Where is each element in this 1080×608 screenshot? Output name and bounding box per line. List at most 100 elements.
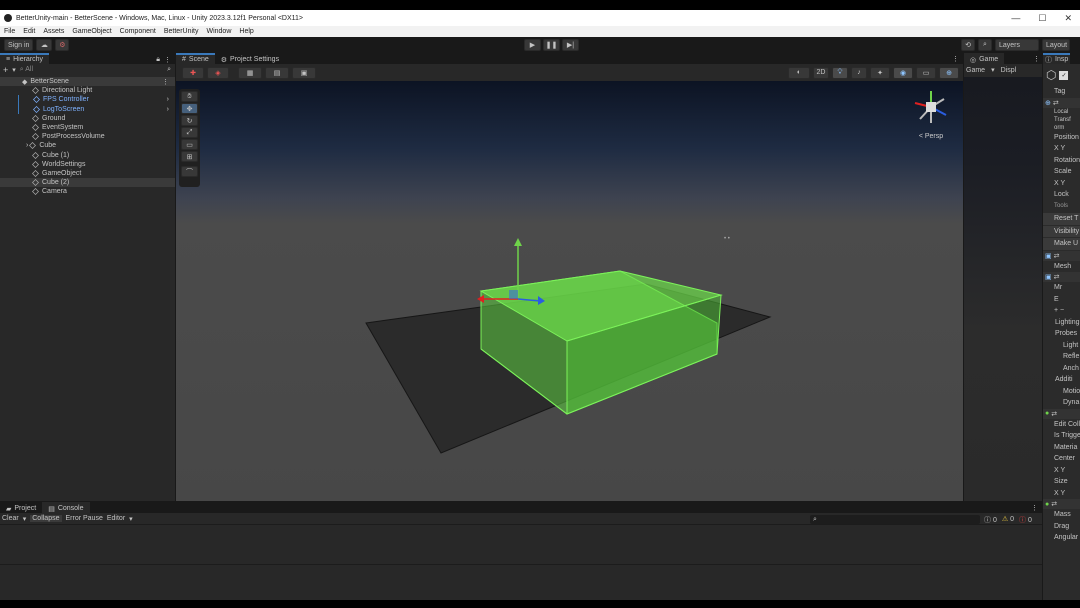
edit-collider-label[interactable]: Edit Coll — [1043, 419, 1080, 431]
lighting-toggle[interactable]: 💡︎ — [832, 66, 848, 79]
console-log-area[interactable] — [0, 525, 1042, 565]
menu-betterunity[interactable]: BetterUnity — [164, 28, 199, 35]
menu-component[interactable]: Component — [120, 28, 156, 35]
list-item[interactable]: WorldSettings — [0, 160, 175, 169]
menu-file[interactable]: File — [4, 28, 15, 35]
transform-tool-button[interactable]: ⊞ — [181, 151, 198, 162]
camera-settings-button[interactable]: ▭ — [916, 66, 936, 79]
position-fields[interactable]: X Y — [1043, 143, 1080, 155]
tab-game[interactable]: ◎ Game — [964, 53, 1005, 64]
warning-count[interactable]: ⚠ 0 — [1002, 515, 1014, 525]
gizmo-mode-button[interactable]: ✚ — [182, 66, 204, 79]
list-item-selected[interactable]: Cube (2) — [0, 178, 175, 188]
scene-viewport[interactable]: • • ✋︎ ✥ ↻ ⤢ ▭ ⊞ ⌒ < Persp — [176, 81, 963, 501]
chevron-down-icon[interactable]: ▾ — [23, 515, 27, 523]
scale-fields[interactable]: X Y — [1043, 178, 1080, 190]
tab-hierarchy[interactable]: ≡ Hierarchy — [0, 53, 50, 64]
maximize-button[interactable]: ☐ — [1038, 13, 1046, 24]
info-count[interactable]: ⓘ 0 — [984, 515, 997, 525]
view-options-button[interactable]: ▣ — [292, 66, 316, 79]
center-fields[interactable]: X Y — [1043, 465, 1080, 477]
hierarchy-search[interactable]: ⌕ All — [20, 66, 33, 74]
gizmos-toggle[interactable]: ⊕ — [939, 66, 959, 79]
console-search-input[interactable]: ⌕ — [810, 515, 980, 524]
game-viewport[interactable] — [964, 77, 1042, 501]
chevron-down-icon[interactable]: ▾ — [12, 66, 16, 74]
minimize-button[interactable]: — — [1011, 13, 1020, 24]
rect-tool-button[interactable]: ▭ — [181, 139, 198, 150]
chevron-down-icon[interactable]: ▾ — [129, 515, 133, 523]
list-item[interactable]: GameObject — [0, 169, 175, 178]
menu-assets[interactable]: Assets — [43, 28, 64, 35]
menu-gameobject[interactable]: GameObject — [72, 28, 111, 35]
component-header-meshfilter[interactable]: ▣ ⇄ — [1043, 250, 1080, 261]
component-header-rigidbody[interactable]: ● ⇄ — [1043, 499, 1080, 509]
chevron-right-icon[interactable]: › — [167, 96, 169, 103]
more-icon[interactable]: ⋮ — [164, 56, 171, 64]
pivot-button[interactable]: ◈ — [207, 66, 229, 79]
shading-mode-button[interactable]: ◐ — [788, 66, 810, 79]
collapse-toggle[interactable]: Collapse — [30, 515, 62, 522]
undo-history-button[interactable]: ⟲ — [961, 39, 975, 51]
scale-tool-button[interactable]: ⤢ — [181, 127, 198, 138]
scene-row[interactable]: ◆ BetterScene ⋮ — [0, 77, 175, 87]
more-icon[interactable]: ⋮ — [1031, 504, 1038, 512]
grid-snap-button[interactable]: ▦ — [238, 66, 262, 79]
list-item[interactable]: Camera — [0, 187, 175, 196]
display-dropdown[interactable]: Displ — [1001, 67, 1017, 74]
play-button[interactable]: ▶ — [524, 39, 541, 51]
audio-toggle[interactable]: ♪ — [851, 66, 867, 79]
additional-settings-foldout[interactable]: Additi — [1043, 374, 1080, 386]
add-remove-buttons[interactable]: + − — [1043, 305, 1080, 317]
search-icon[interactable]: ⌕ — [167, 66, 171, 74]
pause-button[interactable]: ❚❚ — [543, 39, 560, 51]
add-icon[interactable]: + — [3, 65, 8, 75]
error-pause-toggle[interactable]: Error Pause — [66, 515, 103, 522]
list-item[interactable]: LogToScreen › — [18, 104, 175, 114]
layout-dropdown[interactable]: Layout — [1042, 39, 1070, 51]
scene-visibility-toggle[interactable]: ◉ — [893, 66, 913, 79]
visibility-button[interactable]: Visibility — [1043, 225, 1080, 237]
more-icon[interactable]: ⋮ — [952, 55, 959, 63]
game-mode-dropdown[interactable]: Game — [966, 67, 985, 74]
chevron-right-icon[interactable]: › — [26, 142, 28, 149]
orientation-gizmo[interactable]: < Persp — [906, 85, 956, 145]
cloud-button[interactable]: ☁ — [36, 39, 53, 51]
tab-console[interactable]: ▤ Console — [42, 502, 90, 513]
component-header-renderer[interactable]: ▣ ⇄ — [1043, 272, 1080, 282]
collab-button[interactable]: ⚙ — [55, 39, 70, 51]
tab-project-settings[interactable]: ⚙ Project Settings — [214, 53, 286, 64]
layers-dropdown[interactable]: Layers — [995, 39, 1039, 51]
list-item[interactable]: Ground — [0, 114, 175, 123]
lighting-foldout[interactable]: Lighting — [1043, 317, 1080, 329]
list-item[interactable]: PostProcessVolume — [0, 132, 175, 141]
list-item[interactable]: EventSystem — [0, 123, 175, 132]
move-tool-button[interactable]: ✥ — [181, 103, 198, 114]
tab-project[interactable]: ▰ Project — [0, 502, 43, 513]
size-fields[interactable]: X Y — [1043, 488, 1080, 500]
error-count[interactable]: ⓘ 0 — [1019, 515, 1032, 525]
active-checkbox[interactable]: ✓ — [1059, 70, 1069, 80]
component-header-collider[interactable]: ● ⇄ — [1043, 408, 1080, 419]
probes-foldout[interactable]: Probes — [1043, 328, 1080, 340]
rotate-tool-button[interactable]: ↻ — [181, 115, 198, 126]
lock-toggle[interactable]: Lock — [1043, 189, 1080, 201]
list-item[interactable]: FPS Controller › — [18, 95, 175, 105]
global-search-button[interactable]: ⌕ — [978, 39, 992, 51]
make-unique-button[interactable]: Make U — [1043, 238, 1080, 250]
list-item[interactable]: › Cube — [0, 141, 175, 150]
more-icon[interactable]: ⋮ — [1033, 55, 1040, 63]
reset-button[interactable]: Reset T — [1043, 213, 1080, 225]
component-header-transform[interactable]: ⊕ ⇄ — [1043, 97, 1080, 108]
menu-edit[interactable]: Edit — [23, 28, 35, 35]
custom-tool-button[interactable]: ⌒ — [181, 166, 198, 177]
editor-dropdown[interactable]: Editor — [107, 515, 125, 522]
more-icon[interactable]: ⋮ — [162, 78, 169, 86]
hand-tool-button[interactable]: ✋︎ — [181, 91, 198, 102]
chevron-down-icon[interactable]: ▾ — [991, 66, 995, 74]
effects-toggle[interactable]: ✦ — [870, 66, 890, 79]
snap-increment-button[interactable]: ▤ — [265, 66, 289, 79]
chevron-right-icon[interactable]: › — [167, 106, 169, 113]
tab-inspector[interactable]: ⓘ Insp — [1043, 53, 1071, 64]
tab-scene[interactable]: # Scene — [176, 53, 215, 64]
